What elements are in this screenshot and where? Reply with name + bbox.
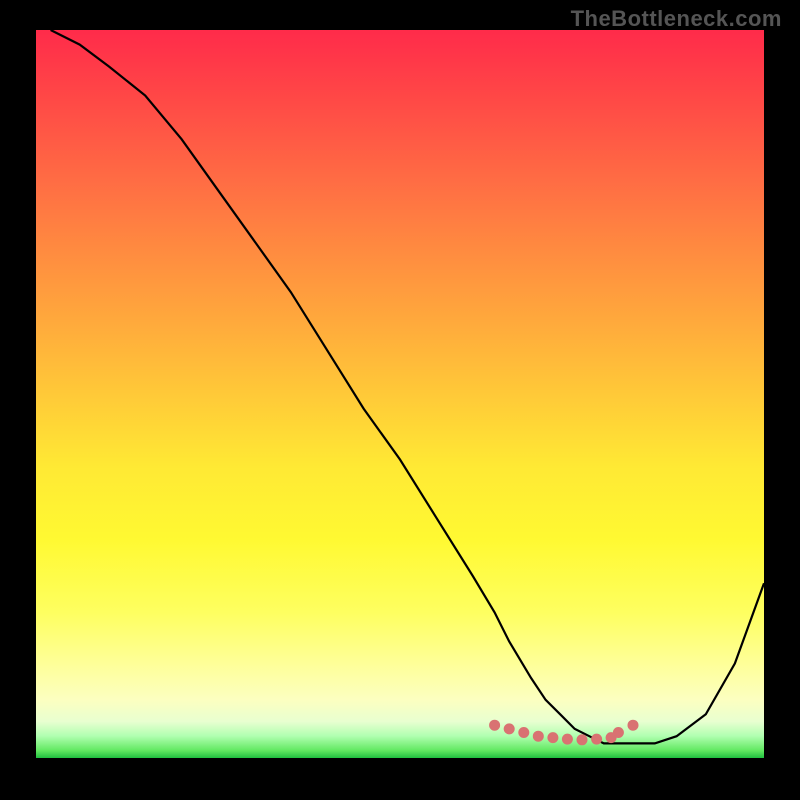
watermark-text: TheBottleneck.com (571, 6, 782, 32)
highlight-dot (519, 728, 529, 738)
chart-svg (36, 30, 764, 758)
highlight-dot (562, 734, 572, 744)
highlight-dot (577, 735, 587, 745)
highlight-dots (490, 720, 638, 745)
curve-path (51, 30, 764, 743)
highlight-dot (548, 733, 558, 743)
highlight-dot (606, 733, 616, 743)
highlight-dot (613, 728, 623, 738)
highlight-dot (628, 720, 638, 730)
highlight-dot (490, 720, 500, 730)
highlight-dot (592, 734, 602, 744)
highlight-dot (504, 724, 514, 734)
highlight-dot (533, 731, 543, 741)
chart-plot-area (36, 30, 764, 758)
